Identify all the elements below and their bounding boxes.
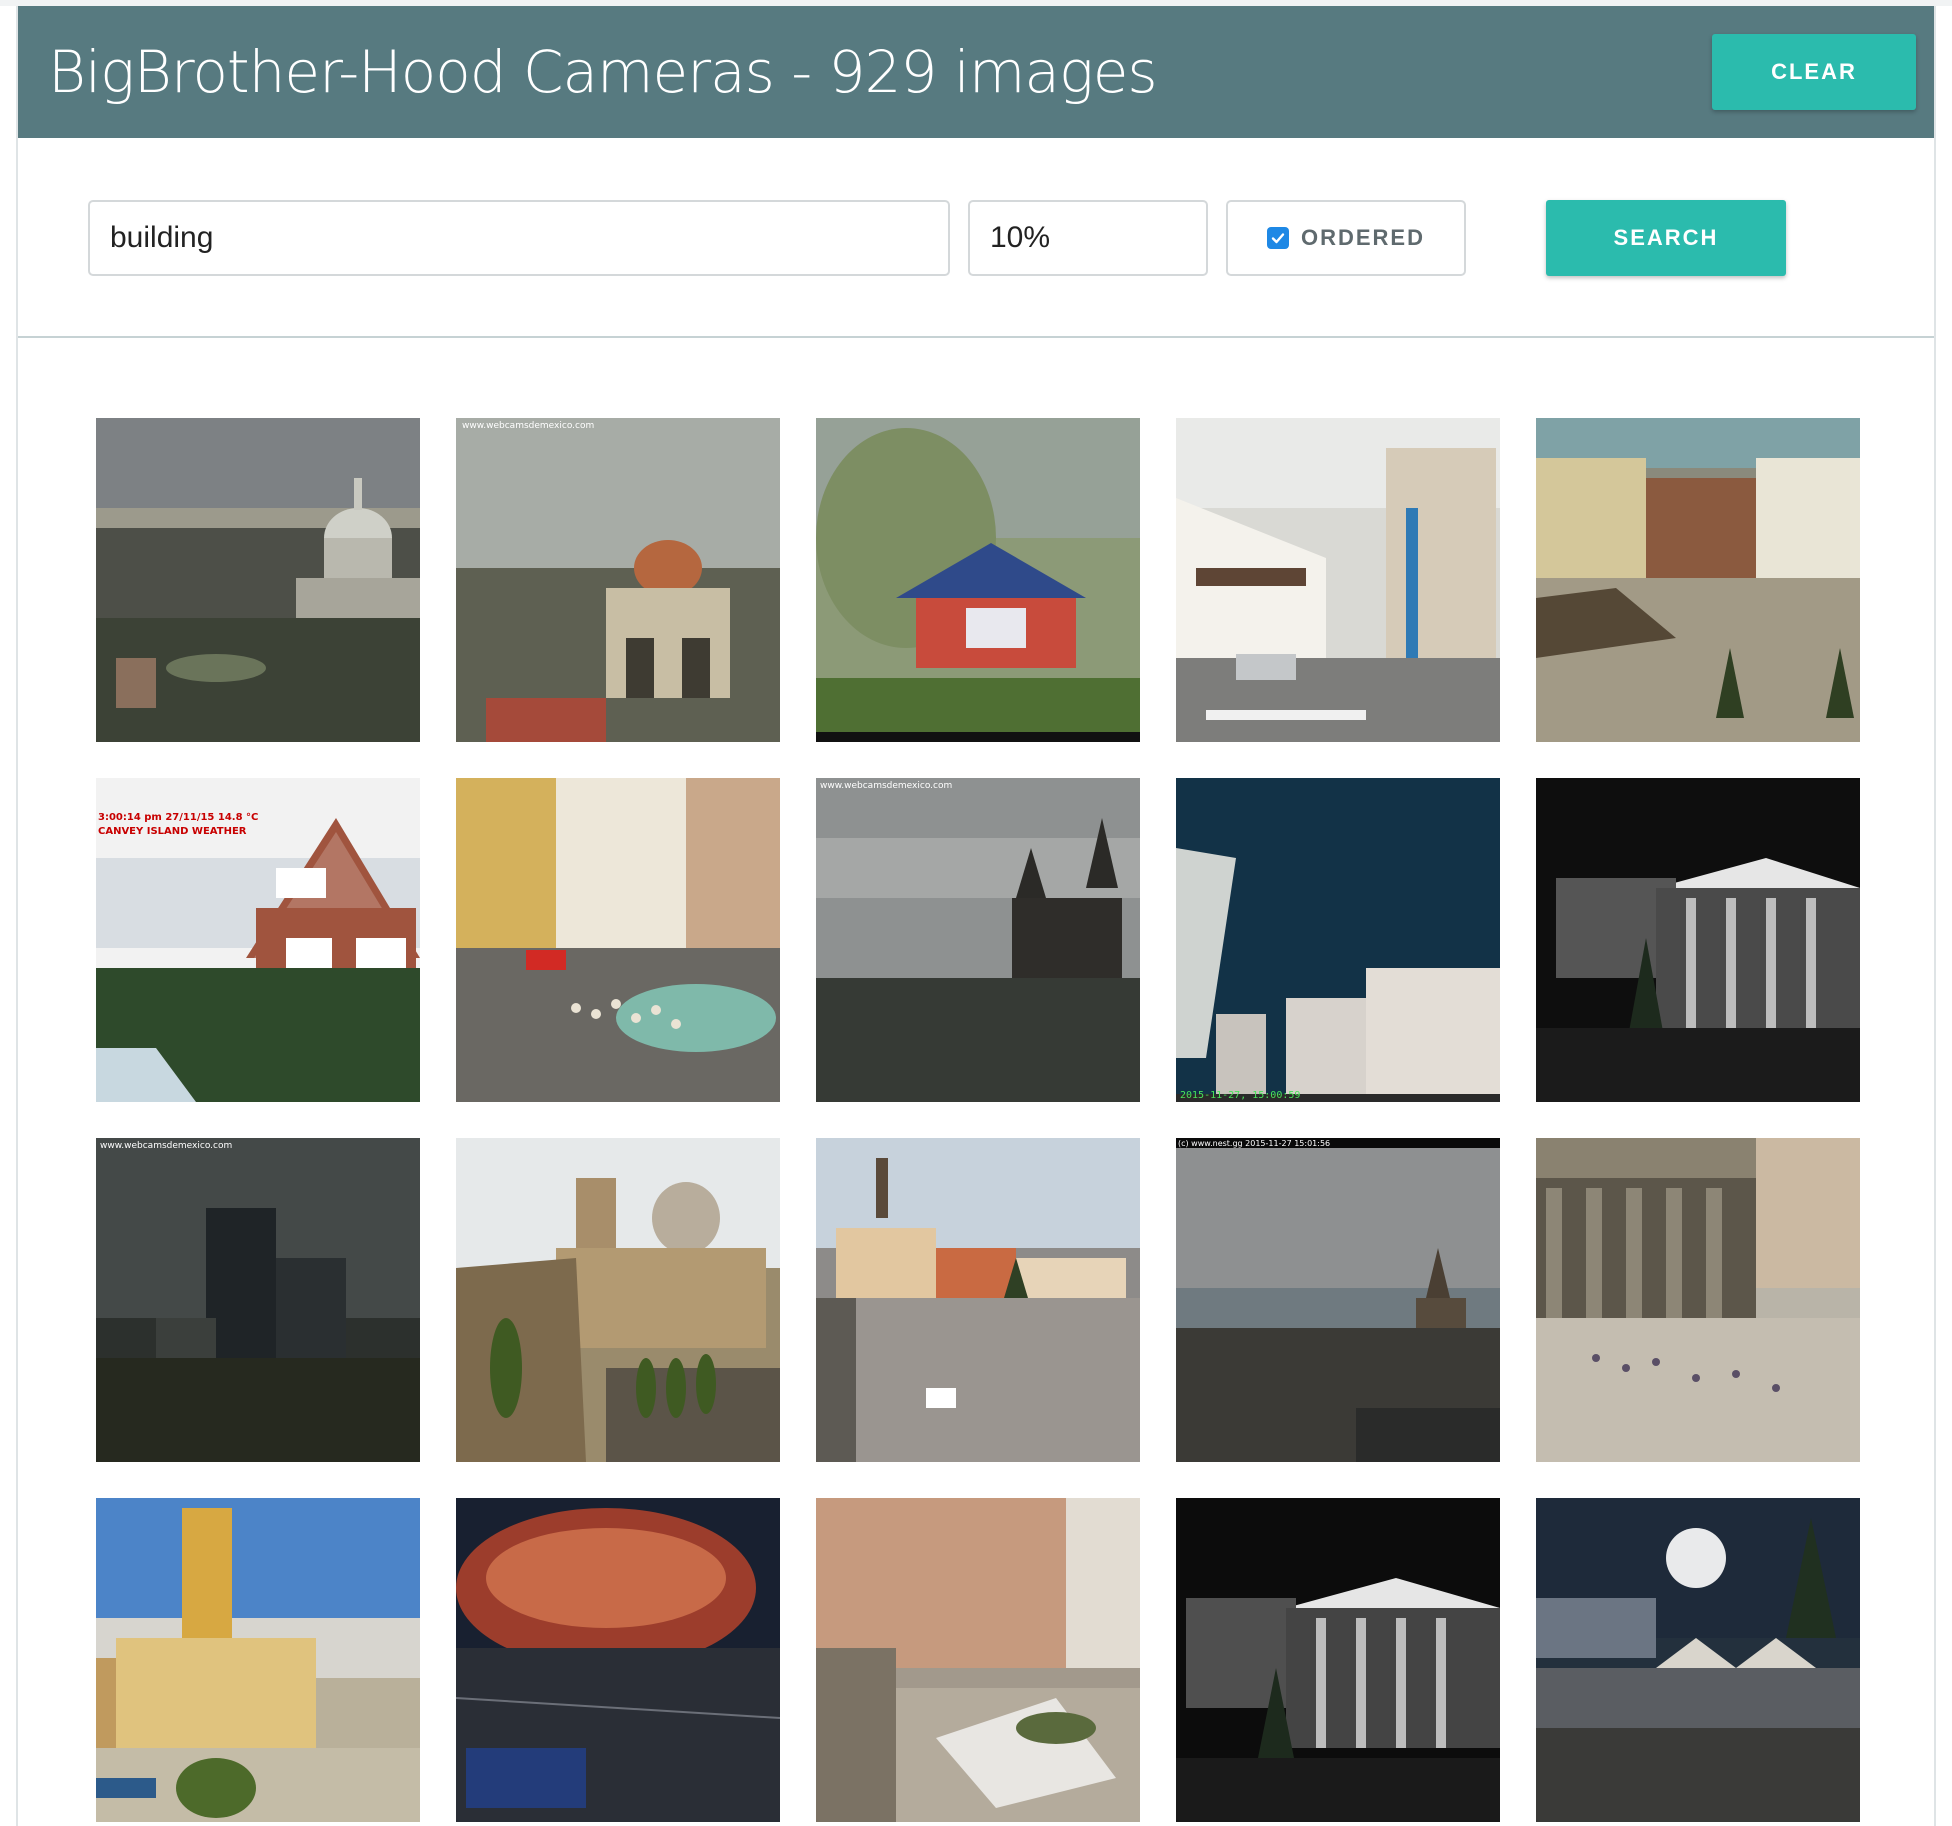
percent-input[interactable] [968, 200, 1208, 276]
image-tile[interactable] [1176, 418, 1500, 742]
image-tile[interactable] [1536, 1498, 1860, 1822]
thumb-christmas-market-night [1536, 1498, 1860, 1822]
image-tile[interactable] [456, 1498, 780, 1822]
thumb-rome-vatican-dome [96, 418, 420, 742]
thumb-mexico-skyscraper-fog: www.webcamsdemexico.com [96, 1138, 420, 1462]
thumb-harbour-church-overcast: (c) www.nest.gg 2015-11-27 15:01:56 [1176, 1138, 1500, 1462]
thumb-classical-building-night-2 [1176, 1498, 1500, 1822]
thumb-caption: 3:00:14 pm 27/11/15 14.8 °C [98, 812, 258, 823]
thumb-rome-pantheon [1536, 1138, 1860, 1462]
ordered-label: ORDERED [1300, 225, 1425, 250]
thumb-classical-building-night [1536, 778, 1860, 1102]
image-tile[interactable] [816, 1498, 1140, 1822]
clear-button[interactable]: CLEAR [1712, 34, 1916, 110]
thumb-glass-arena-night [456, 1498, 780, 1822]
thumb-mexico-monument-revolution: www.webcamsdemexico.com [456, 418, 780, 742]
search-button[interactable]: SEARCH [1546, 200, 1786, 276]
image-tile[interactable]: www.webcamsdemexico.com [96, 1138, 420, 1462]
app-frame: BigBrother-Hood Cameras - 929 images CLE… [16, 6, 1936, 1826]
thumb-caption: www.webcamsdemexico.com [100, 1141, 232, 1151]
query-input[interactable] [88, 200, 950, 276]
image-tile[interactable]: 3:00:14 pm 27/11/15 14.8 °C CANVEY ISLAN… [96, 778, 420, 1102]
thumb-mexico-cathedral-spires: www.webcamsdemexico.com [816, 778, 1140, 1102]
thumb-caption: (c) www.nest.gg 2015-11-27 15:01:56 [1178, 1139, 1330, 1148]
thumb-town-square-christmas-tree [816, 1138, 1140, 1462]
thumb-tyrol-village-street [1176, 418, 1500, 742]
thumb-canvey-island-house: 3:00:14 pm 27/11/15 14.8 °C CANVEY ISLAN… [96, 778, 420, 1102]
image-tile[interactable]: (c) www.nest.gg 2015-11-27 15:01:56 [1176, 1138, 1500, 1462]
thumb-town-square-dusk [1536, 418, 1860, 742]
image-tile[interactable] [96, 1498, 420, 1822]
thumb-caption: 2015-11-27, 15:00:59 [1180, 1090, 1300, 1101]
thumb-caption: www.webcamsdemexico.com [820, 781, 952, 791]
thumb-alpine-red-cabin [816, 418, 1140, 742]
image-tile[interactable]: 2015-11-27, 15:00:59 [1176, 778, 1500, 1102]
image-tile[interactable] [456, 1138, 780, 1462]
image-tile[interactable]: www.webcamsdemexico.com [816, 778, 1140, 1102]
ordered-toggle[interactable]: ORDERED [1226, 200, 1466, 276]
image-tile[interactable] [456, 778, 780, 1102]
search-bar: ORDERED SEARCH [18, 138, 1934, 338]
thumb-assisi-basilica [456, 1138, 780, 1462]
thumb-caption: www.webcamsdemexico.com [462, 421, 594, 431]
check-icon [1271, 233, 1285, 244]
thumb-rome-piazza-fountain [456, 778, 780, 1102]
image-tile[interactable] [1536, 778, 1860, 1102]
image-tile[interactable] [96, 418, 420, 742]
thumb-spanish-church-tower [96, 1498, 420, 1822]
image-tile[interactable] [816, 418, 1140, 742]
thumb-rome-trevi-area [816, 1498, 1140, 1822]
image-tile[interactable] [1536, 418, 1860, 742]
image-tile[interactable] [1536, 1138, 1860, 1462]
image-tile[interactable]: www.webcamsdemexico.com [456, 418, 780, 742]
page-title: BigBrother-Hood Cameras - 929 images [48, 38, 1158, 106]
image-tile[interactable] [1176, 1498, 1500, 1822]
image-tile[interactable] [816, 1138, 1140, 1462]
ordered-checkbox[interactable] [1266, 227, 1289, 249]
thumb-caption: CANVEY ISLAND WEATHER [98, 826, 247, 837]
app-header: BigBrother-Hood Cameras - 929 images CLE… [18, 6, 1934, 138]
thumb-apartment-blocks-night: 2015-11-27, 15:00:59 [1176, 778, 1500, 1102]
